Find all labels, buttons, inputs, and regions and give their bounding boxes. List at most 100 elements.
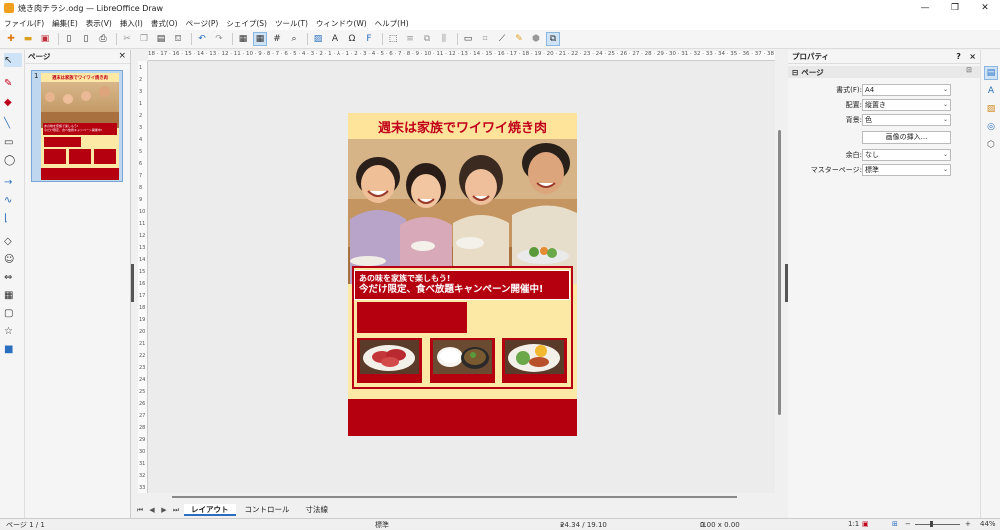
select-arrow-icon[interactable]: ↖ xyxy=(4,53,22,67)
poster-page[interactable]: 週末は家族でワイワイ焼き肉 あの味を家族で楽しもう! 今だけ限定、食べ放題キャン… xyxy=(348,113,577,436)
special-character-icon[interactable]: Ω xyxy=(345,32,359,46)
ellipse-tool-icon[interactable]: ◯ xyxy=(4,153,22,167)
vertical-ruler[interactable]: 1 2 3 1 2 3 4 5 6 7 8 9 10 11 12 13 14 15 16 17 18 19 20 21 22 23… xyxy=(138,61,148,493)
export-pdf-icon[interactable]: ▯ xyxy=(79,32,93,46)
close-sidebar-icon[interactable]: × xyxy=(969,52,976,61)
close-window-button[interactable]: ✕ xyxy=(970,0,1000,16)
poster-headline[interactable]: 週末は家族でワイワイ焼き肉 xyxy=(348,113,577,139)
fill-color-icon[interactable]: ◆ xyxy=(4,95,22,109)
basic-shapes-icon[interactable]: ◇ xyxy=(4,234,22,248)
help-icon[interactable]: ? xyxy=(956,52,961,61)
dish-card-meat[interactable] xyxy=(357,338,422,383)
menu-tools[interactable]: ツール(T) xyxy=(275,18,308,29)
block-arrows-icon[interactable]: ⇔ xyxy=(4,270,22,284)
horizontal-ruler[interactable]: 18 · 17 · 16 · 15 · 14 · 13 · 12 · 11 · … xyxy=(148,51,775,61)
zoom-slider-handle[interactable] xyxy=(930,521,933,527)
collapse-icon[interactable]: ⊟ xyxy=(792,68,798,77)
campaign-banner[interactable]: あの味を家族で楽しもう! 今だけ限定、食べ放題キャンペーン開催中! xyxy=(354,270,570,300)
save-icon[interactable]: ▣ xyxy=(38,32,52,46)
insert-textbox-icon[interactable]: A xyxy=(328,32,342,46)
redo-icon[interactable]: ↷ xyxy=(212,32,226,46)
menu-insert[interactable]: 挿入(I) xyxy=(120,18,143,29)
arrange-icon[interactable]: ⧉ xyxy=(420,32,434,46)
insert-image-icon[interactable]: ▨ xyxy=(311,32,325,46)
print-icon[interactable]: ⎙ xyxy=(96,32,110,46)
close-pages-panel-icon[interactable]: × xyxy=(118,51,126,61)
flowchart-icon[interactable]: ▦ xyxy=(4,288,22,302)
zoom-out-icon[interactable]: − xyxy=(905,520,911,528)
grid-icon[interactable]: ▦ xyxy=(236,32,250,46)
cut-icon[interactable]: ✂ xyxy=(120,32,134,46)
line-tool-icon[interactable]: ╲ xyxy=(4,116,22,130)
page-thumbnail-slot[interactable]: 1 週末は家族でワイワイ焼き肉 あの味を家族で楽しもう! 今だけ限定、食べ放題キ… xyxy=(31,70,123,182)
callouts-icon[interactable]: ▢ xyxy=(4,306,22,320)
zoom-in-icon[interactable]: + xyxy=(965,520,971,528)
horizontal-scrollbar[interactable] xyxy=(172,496,737,498)
distribute-icon[interactable]: ⫼ xyxy=(437,32,451,46)
3d-objects-icon[interactable]: ■ xyxy=(4,342,22,356)
fontwork-icon[interactable]: F xyxy=(362,32,376,46)
shapes-deck-icon[interactable]: ⬡ xyxy=(984,138,998,152)
menu-view[interactable]: 表示(V) xyxy=(86,18,112,29)
menu-shape[interactable]: シェイプ(S) xyxy=(226,18,267,29)
minimize-button[interactable]: — xyxy=(910,0,940,16)
family-photo[interactable] xyxy=(348,139,577,284)
paste-icon[interactable]: ▤ xyxy=(154,32,168,46)
points-icon[interactable]: ⟋ xyxy=(495,32,509,46)
dish-card-rice[interactable] xyxy=(430,338,495,383)
master-page-dropdown[interactable]: 標準 ⌄ xyxy=(862,164,951,176)
crop-icon[interactable]: ⌗ xyxy=(478,32,492,46)
open-icon[interactable]: ▬ xyxy=(21,32,35,46)
margin-dropdown[interactable]: なし ⌄ xyxy=(862,149,951,161)
helplines-icon[interactable]: ▦ xyxy=(253,32,267,46)
fit-page-icon[interactable]: ⊞ xyxy=(892,520,898,528)
document-modified-icon[interactable]: ▣ xyxy=(862,520,869,528)
last-tab-icon[interactable]: ⏭ xyxy=(170,506,182,515)
toggle-extrusion-icon[interactable]: ⬢ xyxy=(529,32,543,46)
transformations-icon[interactable]: ⬚ xyxy=(386,32,400,46)
first-tab-icon[interactable]: ⏮ xyxy=(134,506,146,515)
properties-deck-icon[interactable]: ▤ xyxy=(984,66,998,80)
menu-help[interactable]: ヘルプ(H) xyxy=(375,18,409,29)
orientation-dropdown[interactable]: 縦置き ⌄ xyxy=(862,99,951,111)
snap-grid-icon[interactable]: # xyxy=(270,32,284,46)
prev-tab-icon[interactable]: ◀ xyxy=(146,506,158,514)
glue-points-icon[interactable]: ✎ xyxy=(512,32,526,46)
more-options-icon[interactable]: ⊡ xyxy=(966,66,972,74)
format-dropdown[interactable]: A4 ⌄ xyxy=(862,84,951,96)
menu-file[interactable]: ファイル(F) xyxy=(4,18,44,29)
page-thumbnail[interactable]: 週末は家族でワイワイ焼き肉 あの味を家族で楽しもう! 今だけ限定、食べ放題キャン… xyxy=(41,73,119,180)
copy-icon[interactable]: ❐ xyxy=(137,32,151,46)
stars-icon[interactable]: ☆ xyxy=(4,324,22,338)
curves-icon[interactable]: ∿ xyxy=(4,193,22,207)
export-icon[interactable]: ▯ xyxy=(62,32,76,46)
zoom-slider[interactable] xyxy=(915,524,960,525)
menu-window[interactable]: ウィンドウ(W) xyxy=(316,18,367,29)
styles-deck-icon[interactable]: A xyxy=(984,84,998,98)
tab-controls[interactable]: コントロール xyxy=(238,504,297,516)
tab-dimension-lines[interactable]: 寸法線 xyxy=(299,504,336,516)
zoom-icon[interactable]: ⌕ xyxy=(287,32,301,46)
tab-layout[interactable]: レイアウト xyxy=(184,504,236,516)
rectangle-tool-icon[interactable]: ▭ xyxy=(4,135,22,149)
vertical-scrollbar[interactable] xyxy=(778,130,781,415)
zoom-level[interactable]: 44% xyxy=(980,520,996,528)
page-section-header[interactable]: ⊟ ページ ⊡ xyxy=(788,66,980,78)
next-tab-icon[interactable]: ▶ xyxy=(158,506,170,514)
clone-format-icon[interactable]: ⛾ xyxy=(171,32,185,46)
new-icon[interactable]: ✚ xyxy=(4,32,18,46)
bottom-red-band[interactable] xyxy=(348,399,577,436)
maximize-button[interactable]: ❐ xyxy=(940,0,970,16)
background-dropdown[interactable]: 色 ⌄ xyxy=(862,114,951,126)
red-placeholder-box[interactable] xyxy=(357,302,467,333)
gallery-deck-icon[interactable]: ▨ xyxy=(984,102,998,116)
menu-page[interactable]: ページ(P) xyxy=(186,18,219,29)
symbol-shapes-icon[interactable]: ☺ xyxy=(4,252,22,266)
menu-format[interactable]: 書式(O) xyxy=(151,18,178,29)
align-icon[interactable]: ≡ xyxy=(403,32,417,46)
show-draw-functions-icon[interactable]: ⧉ xyxy=(546,32,560,46)
lines-arrows-icon[interactable]: → xyxy=(4,175,22,189)
connectors-icon[interactable]: ⌊ xyxy=(4,211,22,225)
menu-edit[interactable]: 編集(E) xyxy=(52,18,78,29)
insert-image-button[interactable]: 画像の挿入... xyxy=(862,131,951,144)
